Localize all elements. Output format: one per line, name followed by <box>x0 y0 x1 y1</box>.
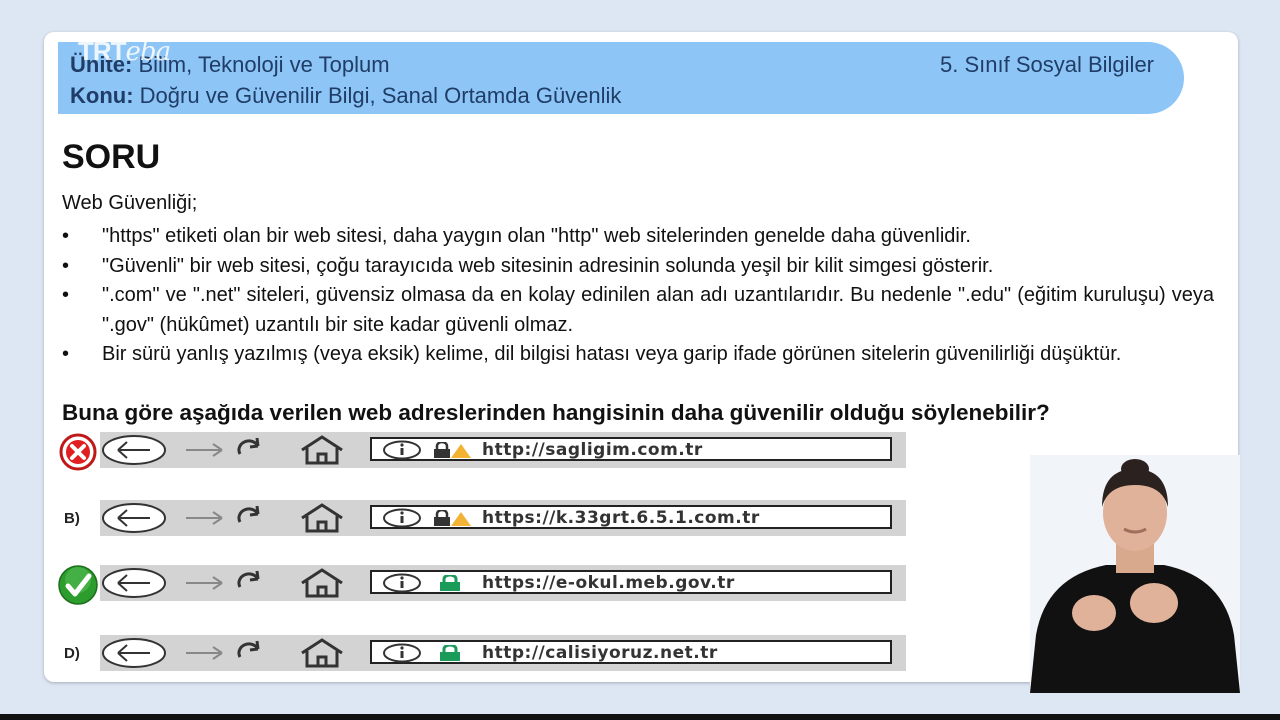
browser-address-bar: https://e-okul.meb.gov.tr <box>100 565 906 601</box>
lock-warning-icon <box>434 510 471 526</box>
url-text: http://calisiyoruz.net.tr <box>482 643 718 663</box>
bullet-list: • "https" etiketi olan bir web sitesi, da… <box>62 222 1214 370</box>
url-field[interactable]: https://e-okul.meb.gov.tr <box>370 570 892 594</box>
correct-answer-icon <box>58 565 98 605</box>
browser-nav-icons <box>102 503 343 533</box>
browser-nav-icons <box>102 638 343 668</box>
option-b[interactable]: B) https://k.33grt.6.5.1.com.tr <box>58 500 910 540</box>
browser-address-bar: https://k.33grt.6.5.1.com.tr <box>100 500 906 536</box>
option-c[interactable]: https://e-okul.meb.gov.tr <box>58 565 910 605</box>
lock-secure-icon <box>440 575 460 591</box>
info-icon <box>383 508 421 528</box>
browser-nav-icons <box>102 568 343 598</box>
option-letter: B) <box>64 510 80 527</box>
sign-language-interpreter <box>1030 455 1240 693</box>
option-a[interactable]: http://sagligim.com.tr <box>58 432 910 472</box>
trt-eba-logo: TRTeba <box>78 36 171 67</box>
info-icon <box>383 440 421 460</box>
bullet-item: • Bir sürü yanlış yazılmış (veya eksik) k… <box>62 343 1122 365</box>
info-icon <box>383 573 421 593</box>
interpreter-figure <box>1030 459 1240 693</box>
option-d[interactable]: D) http://calisiyoruz.net.tr <box>58 635 910 675</box>
url-field[interactable]: https://k.33grt.6.5.1.com.tr <box>370 505 892 529</box>
browser-address-bar: http://sagligim.com.tr <box>100 432 906 468</box>
url-text: https://e-okul.meb.gov.tr <box>482 573 735 593</box>
option-letter: D) <box>64 645 80 662</box>
question-text: Buna göre aşağıda verilen web adreslerin… <box>62 400 1050 425</box>
lock-secure-icon <box>440 645 460 661</box>
wrong-answer-icon <box>59 433 97 471</box>
bullet-item: • "https" etiketi olan bir web sitesi, da… <box>62 225 971 247</box>
bullet-item: • ".com" ve ".net" siteleri, güvensiz olm… <box>62 284 1214 336</box>
slide-header: Ünite: Bilim, Teknoloji ve Toplum Konu: … <box>58 42 1184 114</box>
bullet-item: • "Güvenli" bir web sitesi, çoğu tarayıcı… <box>62 254 994 277</box>
url-field[interactable]: http://calisiyoruz.net.tr <box>370 640 892 664</box>
url-text: http://sagligim.com.tr <box>482 440 703 460</box>
intro-text: Web Güvenliği; <box>62 192 198 214</box>
url-text: https://k.33grt.6.5.1.com.tr <box>482 508 760 528</box>
lock-warning-icon <box>434 442 471 458</box>
bottom-bar <box>0 714 1280 720</box>
info-icon <box>383 643 421 663</box>
url-field[interactable]: http://sagligim.com.tr <box>370 437 892 461</box>
topic-line: Konu: Doğru ve Güvenilir Bilgi, Sanal Or… <box>70 83 622 108</box>
browser-address-bar: http://calisiyoruz.net.tr <box>100 635 906 671</box>
question-heading: SORU <box>62 138 161 176</box>
browser-nav-icons <box>102 435 343 465</box>
grade-label: 5. Sınıf Sosyal Bilgiler <box>940 52 1154 77</box>
